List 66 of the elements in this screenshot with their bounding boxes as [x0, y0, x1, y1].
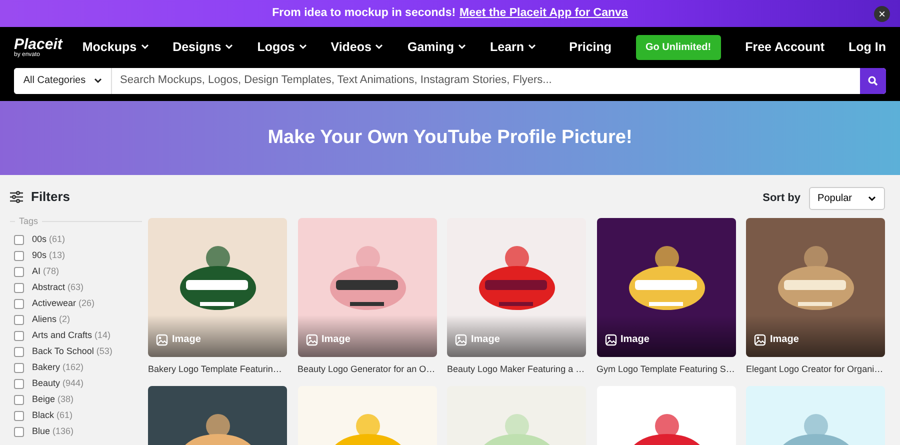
sort-select[interactable]: Popular [808, 187, 885, 210]
image-label: Image [620, 333, 650, 347]
nav-menu[interactable]: Designs [172, 38, 234, 56]
logo-text[interactable]: Placeit [14, 36, 62, 52]
caret-icon [868, 196, 876, 202]
tag-label[interactable]: Black (61) [32, 409, 73, 423]
filters-title: Filters [31, 188, 70, 206]
card-title[interactable]: Bakery Logo Template Featurin… [148, 363, 287, 376]
image-label: Image [471, 333, 500, 347]
checkbox[interactable] [14, 299, 24, 309]
checkbox[interactable] [14, 379, 24, 389]
image-icon [306, 334, 318, 346]
checkbox[interactable] [14, 331, 24, 341]
image-icon [156, 334, 168, 346]
promo-text: From idea to mockup in seconds! [272, 6, 456, 21]
caret-icon [94, 78, 102, 84]
tag-label[interactable]: Abstract (63) [32, 281, 84, 295]
checkbox[interactable] [14, 427, 24, 437]
image-icon [754, 334, 766, 346]
hero-title: Make Your Own YouTube Profile Picture! [268, 126, 632, 150]
sort-label: Sort by [762, 191, 801, 206]
tag-label[interactable]: Bakery (162) [32, 361, 84, 375]
nav-menu[interactable]: Mockups [82, 38, 149, 56]
checkbox[interactable] [14, 363, 24, 373]
tag-label[interactable]: Beauty (944) [32, 377, 84, 391]
checkbox[interactable] [14, 347, 24, 357]
card-title[interactable]: Gym Logo Template Featuring S… [596, 363, 736, 376]
search-bar[interactable]: All Categories Search Mockups, Logos, Design Templates, Text Animations, Instagram Stories, Flyers... [14, 68, 886, 94]
card-title[interactable]: Beauty Logo Generator for an O… [298, 363, 436, 376]
tag-label[interactable]: Beige (38) [32, 393, 74, 407]
image-icon [455, 334, 467, 346]
search-icon [868, 76, 878, 86]
filter-icon [10, 190, 23, 203]
checkbox[interactable] [14, 235, 24, 245]
nav-menu[interactable]: Gaming [407, 38, 466, 56]
checkbox[interactable] [14, 395, 24, 405]
checkbox[interactable] [14, 267, 24, 277]
nav-menu[interactable]: Learn [490, 38, 536, 56]
nav-link[interactable]: Pricing [569, 38, 612, 56]
tag-label[interactable]: Aliens (2) [32, 313, 70, 327]
nav-menu[interactable]: Videos [330, 38, 384, 56]
image-label: Image [770, 333, 799, 347]
card-title[interactable]: Elegant Logo Creator for Organi… [746, 363, 885, 376]
checkbox[interactable] [14, 411, 24, 421]
tag-label[interactable]: 90s (13) [32, 249, 66, 263]
nav-link[interactable]: Free Account [745, 38, 824, 56]
card-title[interactable]: Beauty Logo Maker Featuring a … [447, 363, 586, 376]
search-button[interactable] [860, 68, 886, 94]
tag-label[interactable]: Arts and Crafts (14) [32, 329, 111, 343]
checkbox[interactable] [14, 315, 24, 325]
tag-label[interactable]: Blue (136) [32, 425, 74, 439]
tag-label[interactable]: 00s (61) [32, 233, 66, 247]
tag-label[interactable]: AI (78) [32, 265, 60, 279]
image-label: Image [322, 333, 350, 347]
checkbox[interactable] [14, 251, 24, 261]
category-select[interactable]: All Categories [14, 68, 112, 94]
close-button[interactable]: × [874, 6, 890, 22]
tag-label[interactable]: Back To School (53) [32, 345, 112, 359]
group-label: Tags [19, 214, 38, 228]
image-label: Image [172, 333, 201, 347]
image-icon [604, 334, 616, 346]
promo-link[interactable]: Meet the Placeit App for Canva [460, 4, 628, 22]
tag-label[interactable]: Activewear (26) [32, 297, 95, 311]
nav-link[interactable]: Log In [848, 38, 886, 56]
checkbox[interactable] [14, 283, 24, 293]
nav-menu[interactable]: Logos [257, 38, 307, 56]
